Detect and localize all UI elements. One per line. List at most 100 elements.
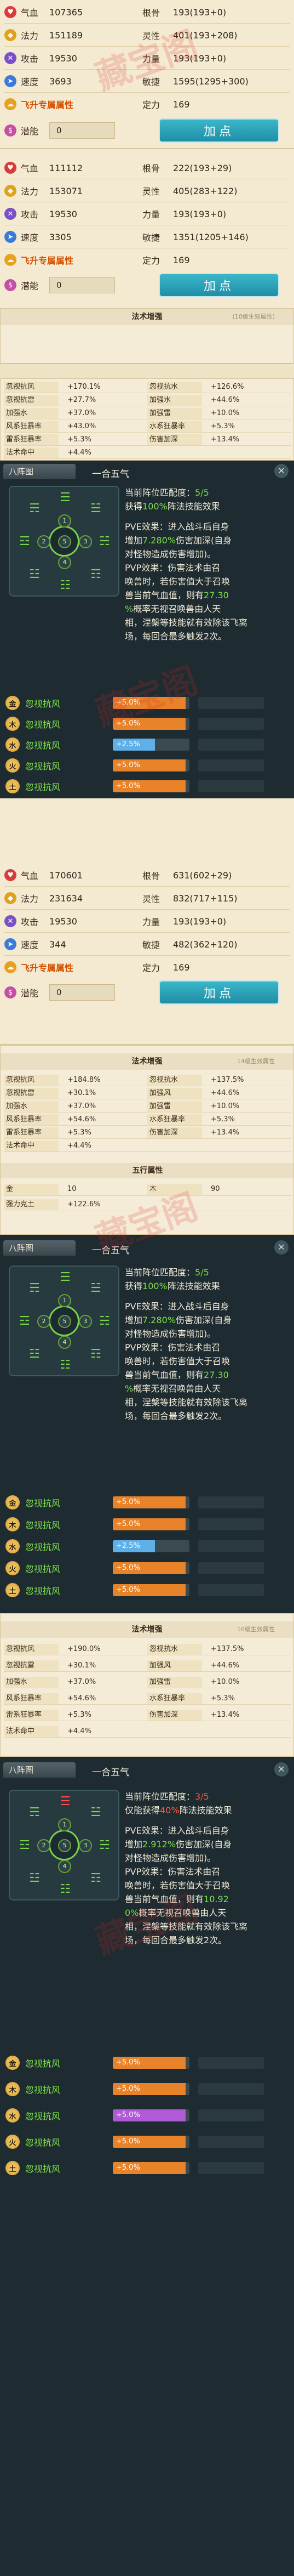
formation-tab[interactable]: 八阵图 (3, 1762, 76, 1778)
stat-value: 222(193+29) (173, 162, 232, 173)
fx-row: 风系狂暴率 +54.6% 水系狂暴率 +5.3% (4, 1114, 291, 1126)
fx-label: 水系狂暴率 (147, 421, 202, 432)
stat-value: 344 (49, 939, 66, 950)
position-dot[interactable]: 5 (58, 535, 71, 548)
flysheng-label: 飞升专属属性 (21, 256, 74, 266)
buff-bar: +5.0% (113, 718, 189, 730)
buff-row: 土忽视抗风 +5.0% (3, 1580, 291, 1600)
formation-tab[interactable]: 八阵图 (3, 1240, 76, 1256)
gongji-icon: ✕ (4, 208, 16, 220)
trigram-icon: ☰ (60, 491, 71, 504)
position-dot[interactable]: 2 (37, 1839, 50, 1852)
stat-label: 气血 (21, 163, 39, 174)
jiadian-button[interactable]: 加点 (159, 980, 279, 1005)
fx-panel-1-body: 忽视抗风 +170.1% 忽视抗水 +126.6% 忽视抗雷 +27.7% 加强水 +44.… (0, 378, 294, 461)
buff-label: 忽视抗风 (25, 719, 61, 730)
element-badge: 水 (5, 737, 20, 752)
jiadian-button[interactable]: 加点 (159, 273, 279, 297)
fx-value: +4.4% (67, 449, 91, 457)
fx-label: 法术命中 (4, 447, 59, 458)
fx-label: 加强水 (4, 407, 59, 419)
sudu-icon: ➤ (4, 938, 16, 950)
stat-row: ♥ 气血 170601 根骨 631(602+29) (0, 864, 294, 886)
stat-panel-2: ♥ 气血 111112 根骨 222(193+29) ◆ 法力 153071 灵性 405(… (0, 149, 294, 364)
position-dot[interactable]: 3 (79, 1839, 92, 1852)
buff-row: 金忽视抗风 +5.0% (3, 2053, 291, 2073)
formation-panel-1: 八阵图 一合五气 ✕ ☰ ☷ ☲ ☵ ☴ ☱ ☳ ☶ 1 2 3 4 5 当前阵… (0, 461, 294, 798)
close-icon[interactable]: ✕ (274, 464, 289, 478)
stat-label: 灵性 (142, 31, 160, 41)
trigram-icon: ☶ (90, 1871, 101, 1885)
position-dot[interactable]: 1 (58, 514, 71, 527)
position-dot[interactable]: 5 (58, 1315, 71, 1328)
buff-label: 忽视抗风 (25, 740, 61, 751)
buff-row: 火忽视抗风 +5.0% (3, 1558, 291, 1578)
flysheng-icon: ☁ (4, 961, 16, 973)
close-icon[interactable]: ✕ (274, 1240, 289, 1255)
qixue-icon: ♥ (4, 869, 16, 881)
position-dot[interactable]: 2 (37, 1315, 50, 1328)
position-dot[interactable]: 1 (58, 1294, 71, 1307)
buff-row: 火忽视抗风 +5.0% (3, 2132, 291, 2152)
fx-value: +5.3% (67, 435, 91, 444)
trigram-icon: ☳ (29, 568, 40, 581)
trigram-icon: ☲ (19, 1314, 30, 1328)
stat-value: 405(283+122) (173, 185, 238, 196)
position-dot[interactable]: 1 (58, 1818, 71, 1831)
trigram-icon: ☳ (29, 1347, 40, 1361)
element-badge: 金 (5, 696, 20, 710)
stat-value: 231634 (49, 893, 83, 904)
position-dot[interactable]: 5 (58, 1839, 71, 1852)
trigram-icon: ☱ (90, 1281, 101, 1295)
position-dot[interactable]: 4 (58, 1860, 71, 1873)
stat-value: 107365 (49, 7, 83, 18)
stat-label: 潜能 (21, 126, 39, 137)
stat-label: 力量 (142, 54, 160, 64)
fx-row: 加强水 +37.0% 加强雷 +10.0% (4, 407, 291, 419)
trigram-icon: ☴ (29, 502, 40, 515)
trigram-icon: ☲ (19, 535, 30, 548)
trigram-icon: ☵ (99, 535, 110, 548)
stat-row: ☁ 飞升专属属性 定力 169 (0, 956, 294, 978)
fx-title: 法术增强 (131, 313, 163, 321)
potential-icon: $ (4, 124, 16, 137)
trigram-icon: ☴ (29, 1281, 40, 1295)
position-dot[interactable]: 4 (58, 1336, 71, 1349)
position-dot[interactable]: 3 (79, 535, 92, 548)
stat-value: 631(602+29) (173, 870, 232, 881)
stat-label: 气血 (21, 871, 39, 881)
position-dot[interactable]: 4 (58, 556, 71, 569)
fx-title: 法术增强 (131, 1057, 163, 1066)
element-badge: 土 (5, 779, 20, 793)
buff-row: 金忽视抗风 +5.0% (3, 693, 291, 713)
jiadian-button[interactable]: 加点 (159, 118, 279, 143)
potential-value: 0 (49, 984, 115, 1001)
stat-row: ☁ 飞升专属属性 定力 169 (0, 249, 294, 271)
stat-row: ♥ 气血 107365 根骨 193(193+0) (0, 1, 294, 23)
fx-label: 忽视抗雷 (4, 394, 59, 406)
buff-row: 水忽视抗风 +5.0% (3, 2106, 291, 2125)
fx-subtitle: 14级生效属性 (237, 1058, 275, 1065)
close-icon[interactable]: ✕ (274, 1762, 289, 1777)
fx-value: +27.7% (67, 396, 96, 404)
position-dot[interactable]: 2 (37, 535, 50, 548)
position-dot[interactable]: 3 (79, 1315, 92, 1328)
fx-subtitle: (10级生效属性) (232, 313, 275, 320)
wuxing-row: 金 10 木 90 (4, 1183, 291, 1196)
fx-value: +170.1% (67, 383, 101, 391)
formation-name: 一合五气 (92, 1245, 129, 1256)
fx-row: 忽视抗风 +190.0% 忽视抗水 +137.5% (4, 1643, 291, 1655)
bagua-diagram: ☰ ☷ ☲ ☵ ☴ ☱ ☳ ☶ 1 2 3 4 5 (9, 486, 119, 597)
formation-name: 一合五气 (92, 469, 129, 480)
qixue-icon: ♥ (4, 162, 16, 174)
stat-label: 潜能 (21, 988, 39, 998)
stat-value: 401(193+208) (173, 30, 238, 41)
buff-bar-secondary (198, 718, 264, 730)
buff-bar: +5.0% (113, 780, 189, 792)
fx-row: 雷系狂暴率 +5.3% 伤害加深 +13.4% (4, 1127, 291, 1139)
buff-row: 土忽视抗风 +5.0% (3, 776, 291, 796)
trigram-icon: ☴ (29, 1806, 40, 1819)
stat-value: 193(193+0) (173, 53, 227, 64)
formation-tab[interactable]: 八阵图 (3, 464, 76, 479)
stat-value: 1595(1295+300) (173, 76, 249, 87)
